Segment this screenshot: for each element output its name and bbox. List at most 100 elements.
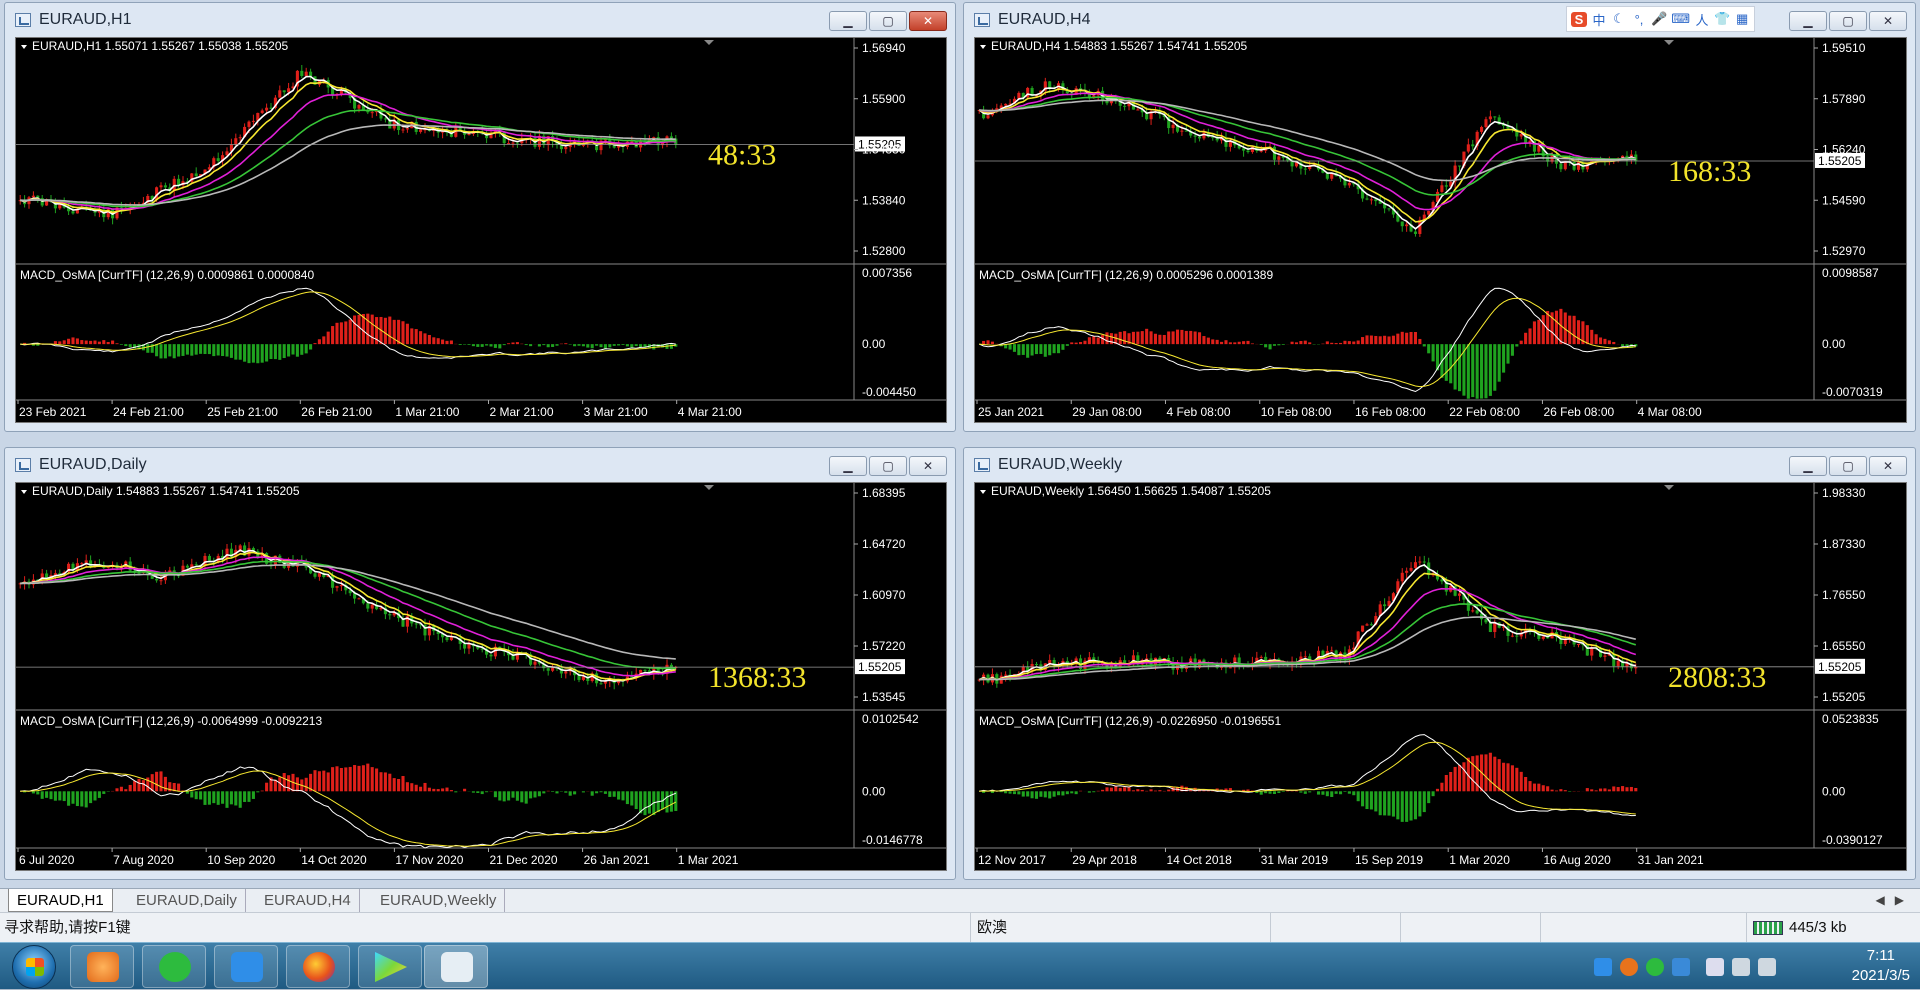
time-axis-label: 4 Mar 21:00 bbox=[678, 405, 742, 419]
tab-euraud-daily[interactable]: EURAUD,Daily bbox=[128, 889, 246, 912]
ime-logo-icon[interactable]: S bbox=[1571, 12, 1587, 27]
close-button[interactable]: ✕ bbox=[1869, 11, 1907, 31]
osma-bar bbox=[1251, 343, 1254, 344]
tray-volume-icon[interactable] bbox=[1732, 958, 1750, 976]
close-button[interactable]: ✕ bbox=[1869, 456, 1907, 476]
osma-bar bbox=[551, 791, 554, 792]
taskbar-wechat[interactable] bbox=[142, 945, 206, 988]
taskbar-clock[interactable]: 7:11 2021/3/5 bbox=[1852, 946, 1910, 986]
candle-body bbox=[195, 564, 198, 565]
chart-shift-marker-icon[interactable] bbox=[1664, 485, 1674, 490]
osma-bar bbox=[591, 344, 594, 348]
minimize-button[interactable]: ▁ bbox=[1789, 11, 1827, 31]
taskbar-metatrader[interactable] bbox=[424, 945, 488, 988]
ime-tool-icon[interactable]: ⌨ bbox=[1671, 11, 1690, 27]
taskbar-notes[interactable] bbox=[214, 945, 278, 988]
tab-scroll-arrows[interactable]: ◀▶ bbox=[1876, 893, 1914, 907]
taskbar-firefox[interactable] bbox=[286, 945, 350, 988]
chart-window-h1[interactable]: EURAUD,H1▁▢✕1.5520548:33EURAUD,H1 1.5507… bbox=[4, 2, 956, 432]
osma-bar bbox=[274, 780, 277, 792]
osma-bar bbox=[1150, 789, 1153, 791]
close-button[interactable]: ✕ bbox=[909, 11, 947, 31]
osma-bar bbox=[357, 315, 360, 344]
tray-note-icon[interactable] bbox=[1594, 958, 1612, 976]
ime-tool-icon[interactable]: 人 bbox=[1694, 10, 1710, 29]
osma-bar bbox=[322, 336, 325, 344]
minimize-button[interactable]: ▁ bbox=[829, 11, 867, 31]
chart-canvas-euraud-daily[interactable]: 1.552051368:33EURAUD,Daily 1.54883 1.552… bbox=[15, 482, 947, 871]
maximize-button[interactable]: ▢ bbox=[869, 11, 907, 31]
dropdown-arrow-icon[interactable] bbox=[980, 490, 986, 494]
osma-bar bbox=[406, 782, 409, 791]
osma-bar bbox=[639, 791, 642, 813]
chart-canvas-euraud-h4[interactable]: 1.55205168:33EURAUD,H4 1.54883 1.55267 1… bbox=[974, 37, 1907, 423]
osma-bar bbox=[494, 791, 497, 797]
tab-euraud-weekly[interactable]: EURAUD,Weekly bbox=[372, 889, 505, 912]
time-axis-label: 10 Feb 08:00 bbox=[1261, 405, 1332, 419]
window-title-bar[interactable]: EURAUD,Weekly▁▢✕ bbox=[964, 448, 1915, 482]
tray-wechat-icon[interactable] bbox=[1646, 958, 1664, 976]
tray-shield-icon[interactable] bbox=[1672, 958, 1690, 976]
moving-average-line bbox=[20, 565, 676, 659]
osma-bar bbox=[1022, 791, 1025, 796]
ime-tool-icon[interactable]: ☾ bbox=[1611, 11, 1627, 27]
maximize-button[interactable]: ▢ bbox=[1829, 11, 1867, 31]
chart-canvas-euraud-h1[interactable]: 1.5520548:33EURAUD,H1 1.55071 1.55267 1.… bbox=[15, 37, 947, 423]
candle-body bbox=[1471, 144, 1474, 146]
tray-swirl-icon[interactable] bbox=[1620, 958, 1638, 976]
dropdown-arrow-icon[interactable] bbox=[980, 45, 986, 49]
osma-bar bbox=[234, 791, 237, 805]
ime-toolbar[interactable]: S中☾ °, 🎤⌨人👕▦ bbox=[1566, 6, 1755, 32]
ime-tool-icon[interactable]: ▦ bbox=[1734, 11, 1750, 27]
minimize-button[interactable]: ▁ bbox=[1789, 456, 1827, 476]
candle-body bbox=[450, 637, 453, 640]
osma-bar bbox=[991, 791, 994, 793]
window-title-bar[interactable]: EURAUD,Daily ▁▢✕ bbox=[5, 448, 955, 482]
chart-window-weekly[interactable]: EURAUD,Weekly▁▢✕1.552052808:33EURAUD,Wee… bbox=[963, 447, 1916, 880]
osma-bar bbox=[564, 343, 567, 344]
chart-window-h4[interactable]: EURAUD,H4▁▢✕1.55205168:33EURAUD,H4 1.548… bbox=[963, 2, 1916, 432]
close-button[interactable]: ✕ bbox=[909, 456, 947, 476]
window-title: EURAUD,Daily bbox=[39, 456, 147, 474]
candle-body bbox=[366, 603, 369, 608]
maximize-button[interactable]: ▢ bbox=[1829, 456, 1867, 476]
osma-bar bbox=[674, 791, 677, 811]
chart-window-daily[interactable]: EURAUD,Daily ▁▢✕ 1.552051368:33EURAUD,Dail… bbox=[4, 447, 956, 880]
time-axis-label: 25 Feb 21:00 bbox=[207, 405, 278, 419]
dropdown-arrow-icon[interactable] bbox=[21, 490, 27, 494]
indicator-header: MACD_OsMA [CurrTF] (12,26,9) 0.0009861 0… bbox=[20, 268, 314, 282]
window-title-bar[interactable]: EURAUD,H1▁▢✕ bbox=[5, 3, 955, 37]
osma-bar bbox=[1445, 775, 1448, 791]
signal-line bbox=[979, 742, 1636, 814]
taskbar-app-1[interactable] bbox=[70, 945, 134, 988]
osma-bar bbox=[384, 772, 387, 791]
bar-timer: 2808:33 bbox=[1668, 661, 1766, 694]
osma-bar bbox=[1273, 791, 1276, 794]
ime-tool-icon[interactable]: 🎤 bbox=[1651, 11, 1667, 27]
tab-euraud-h4[interactable]: EURAUD,H4 bbox=[256, 889, 360, 912]
maximize-button[interactable]: ▢ bbox=[869, 456, 907, 476]
window-title-bar[interactable]: EURAUD,H4▁▢✕ bbox=[964, 3, 1915, 37]
taskbar-player[interactable] bbox=[358, 945, 422, 988]
tray-flag-icon[interactable] bbox=[1706, 958, 1724, 976]
ime-tool-icon[interactable]: °, bbox=[1631, 12, 1647, 27]
ime-tool-icon[interactable]: 中 bbox=[1591, 10, 1607, 29]
candle-body bbox=[533, 662, 536, 665]
minimize-button[interactable]: ▁ bbox=[829, 456, 867, 476]
tray-network-icon[interactable] bbox=[1758, 958, 1776, 976]
osma-bar bbox=[1158, 335, 1161, 344]
ime-tool-icon[interactable]: 👕 bbox=[1714, 11, 1730, 27]
chart-shift-marker-icon[interactable] bbox=[704, 485, 714, 490]
chart-canvas-euraud-weekly[interactable]: 1.552052808:33EURAUD,Weekly 1.56450 1.56… bbox=[974, 482, 1907, 871]
chart-shift-marker-icon[interactable] bbox=[704, 40, 714, 45]
tab-euraud-h1[interactable]: EURAUD,H1 bbox=[8, 889, 113, 912]
start-button[interactable] bbox=[12, 945, 56, 989]
osma-bar bbox=[1392, 336, 1395, 344]
osma-bar bbox=[309, 344, 312, 349]
osma-bar bbox=[547, 344, 550, 347]
osma-bar bbox=[296, 344, 299, 357]
status-bar: 寻求帮助,请按F1键 欧澳 445/3 kb bbox=[0, 912, 1920, 942]
dropdown-arrow-icon[interactable] bbox=[21, 45, 27, 49]
chart-shift-marker-icon[interactable] bbox=[1664, 40, 1674, 45]
osma-bar bbox=[230, 344, 233, 358]
